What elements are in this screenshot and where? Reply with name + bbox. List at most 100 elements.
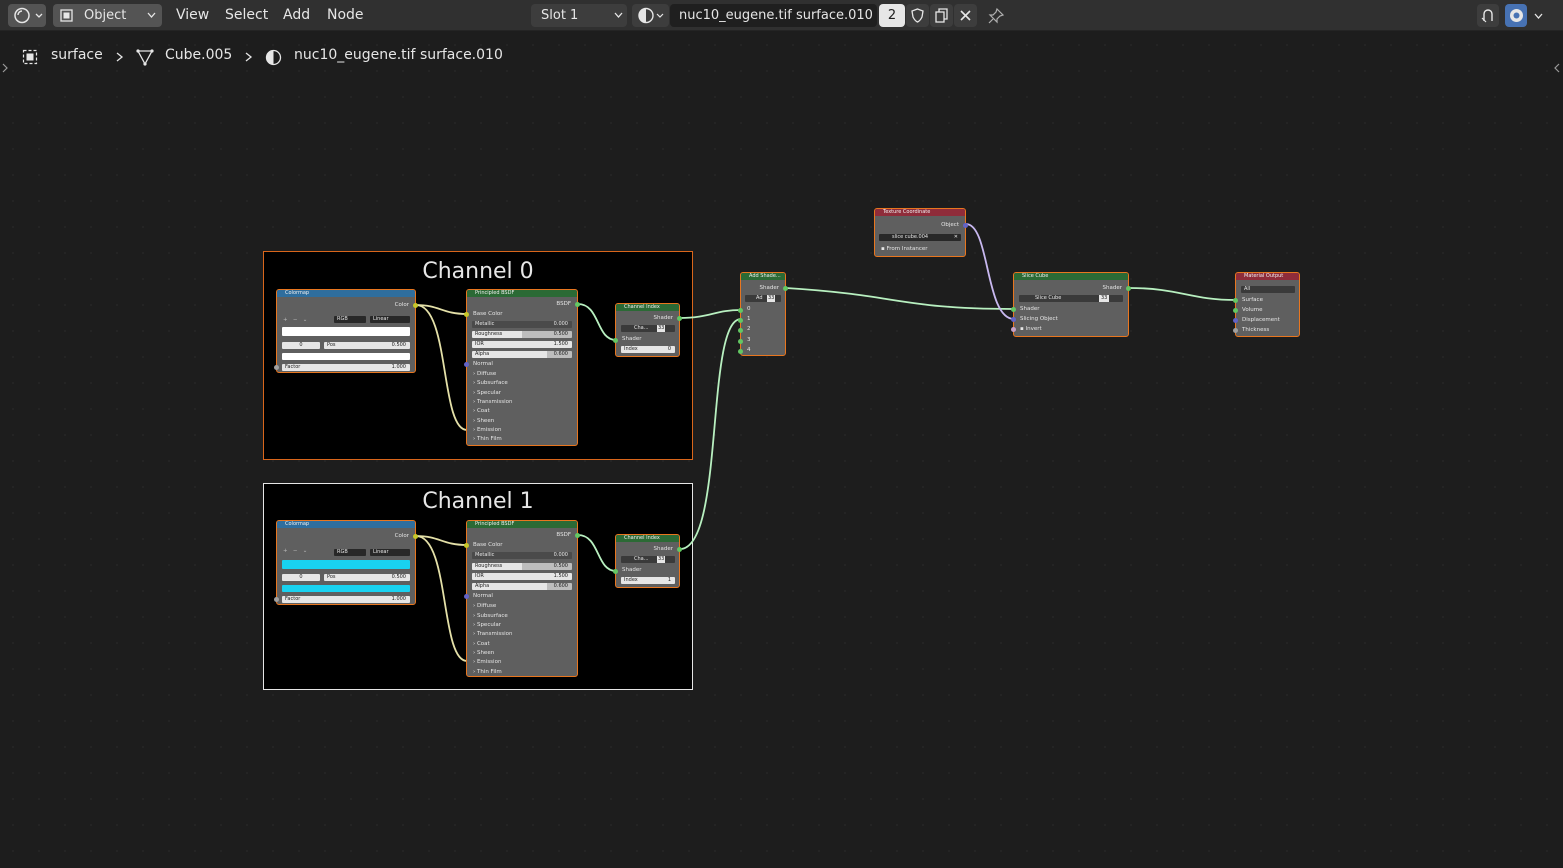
panel-emission[interactable]: › Emission — [473, 427, 501, 433]
slice-cube-node[interactable]: Slice Cube Shader Slice Cube 33 Shader S… — [1011, 272, 1131, 337]
input-socket[interactable] — [738, 318, 743, 323]
add-shader-node[interactable]: Add Shade... Shader Ad 33 0 1 2 3 4 — [738, 272, 788, 356]
invert-checkbox[interactable]: ▪ Invert — [1020, 326, 1042, 332]
panel-sheen[interactable]: › Sheen — [473, 418, 494, 424]
input-socket[interactable] — [1233, 308, 1238, 313]
input-label: 3 — [747, 337, 751, 343]
object-picker[interactable]: slice cube.004 ✕ — [879, 234, 961, 241]
stop-position-field[interactable]: Pos 0.500 — [324, 574, 410, 581]
output-socket[interactable] — [783, 286, 788, 291]
color-mode-dropdown[interactable]: RGB — [334, 549, 366, 556]
nodegroup-selector[interactable]: Slice Cube 33 — [1019, 295, 1123, 302]
principled-bsdf-node[interactable]: Principled BSDF BSDF Base Color Metallic… — [464, 289, 580, 446]
output-socket[interactable] — [413, 534, 418, 539]
panel-label: Transmission — [476, 399, 513, 405]
roughness-value: 0.500 — [553, 563, 568, 569]
input-socket[interactable] — [274, 365, 279, 370]
group-users: 33 — [657, 556, 666, 563]
nodegroup-selector[interactable]: Cha... 33 — [621, 556, 675, 563]
channel-index-node[interactable]: Channel Index Shader Cha... 33 Shader In… — [613, 303, 682, 357]
input-socket[interactable] — [738, 328, 743, 333]
input-socket[interactable] — [464, 594, 469, 599]
input-socket[interactable] — [1011, 327, 1016, 332]
index-field[interactable]: Index 1 — [621, 577, 675, 584]
input-socket[interactable] — [1011, 317, 1016, 322]
channel-index-node[interactable]: Channel Index Shader Cha... 33 Shader In… — [613, 534, 682, 588]
material-output-node[interactable]: Material Output All Surface Volume Displ… — [1233, 272, 1300, 337]
output-socket[interactable] — [963, 223, 968, 228]
ior-field[interactable]: IOR 1.500 — [472, 341, 572, 348]
input-socket[interactable] — [464, 543, 469, 548]
output-socket[interactable] — [677, 547, 682, 552]
alpha-field[interactable]: Alpha 0.600 — [472, 583, 572, 590]
ramp-toolbar-icons[interactable]: + − ⌄ — [283, 548, 307, 554]
colormap-node[interactable]: Colormap Color + − ⌄ RGB Linear 0 Pos 0.… — [274, 289, 418, 373]
output-socket[interactable] — [575, 302, 580, 307]
ramp-toolbar-icons[interactable]: + − ⌄ — [283, 317, 307, 323]
input-socket[interactable] — [1233, 328, 1238, 333]
index-value: 0 — [667, 346, 671, 352]
color-ramp-bar[interactable] — [282, 560, 410, 569]
input-socket[interactable] — [613, 338, 618, 343]
output-socket[interactable] — [1126, 286, 1131, 291]
panel-transmission[interactable]: › Transmission — [473, 399, 512, 405]
panel-sheen[interactable]: › Sheen — [473, 650, 494, 656]
ior-field[interactable]: IOR 1.500 — [472, 573, 572, 580]
input-socket[interactable] — [274, 597, 279, 602]
panel-diffuse[interactable]: › Diffuse — [473, 371, 496, 377]
input-socket[interactable] — [1233, 318, 1238, 323]
stop-index-field[interactable]: 0 — [282, 342, 320, 349]
stop-index-field[interactable]: 0 — [282, 574, 320, 581]
input-socket[interactable] — [1233, 298, 1238, 303]
color-ramp-bar[interactable] — [282, 327, 410, 336]
node-title: Material Output — [1236, 273, 1299, 280]
input-socket[interactable] — [738, 349, 743, 354]
panel-coat[interactable]: › Coat — [473, 408, 490, 414]
color-mode-dropdown[interactable]: RGB — [334, 316, 366, 323]
output-label: Shader — [759, 285, 779, 291]
metallic-field[interactable]: Metallic 0.000 — [472, 552, 572, 559]
panel-subsurface[interactable]: › Subsurface — [473, 613, 508, 619]
panel-thin-film[interactable]: › Thin Film — [473, 436, 502, 442]
roughness-field[interactable]: Roughness 0.500 — [472, 331, 572, 338]
input-socket[interactable] — [464, 312, 469, 317]
input-socket[interactable] — [738, 308, 743, 313]
from-instancer-checkbox[interactable]: ▪ From Instancer — [881, 246, 928, 252]
principled-bsdf-node[interactable]: Principled BSDF BSDF Base Color Metallic… — [464, 520, 580, 677]
interpolation-dropdown[interactable]: Linear — [370, 549, 410, 556]
panel-specular[interactable]: › Specular — [473, 390, 501, 396]
input-socket[interactable] — [613, 569, 618, 574]
input-socket[interactable] — [1011, 307, 1016, 312]
stop-color-swatch[interactable] — [282, 585, 410, 592]
roughness-field[interactable]: Roughness 0.500 — [472, 563, 572, 570]
index-field[interactable]: Index 0 — [621, 346, 675, 353]
texture-coordinate-node[interactable]: Texture Coordinate Object slice cube.004… — [874, 208, 968, 257]
target-dropdown[interactable]: All — [1241, 286, 1295, 293]
panel-subsurface[interactable]: › Subsurface — [473, 380, 508, 386]
stop-color-swatch[interactable] — [282, 353, 410, 360]
panel-specular[interactable]: › Specular — [473, 622, 501, 628]
clear-icon[interactable]: ✕ — [954, 234, 958, 241]
metallic-field[interactable]: Metallic 0.000 — [472, 321, 572, 328]
roughness-label: Roughness — [475, 331, 503, 337]
interpolation-dropdown[interactable]: Linear — [370, 316, 410, 323]
panel-thin-film[interactable]: › Thin Film — [473, 669, 502, 675]
panel-diffuse[interactable]: › Diffuse — [473, 603, 496, 609]
output-label: Shader — [653, 315, 673, 321]
stop-position-field[interactable]: Pos 0.500 — [324, 342, 410, 349]
alpha-field[interactable]: Alpha 0.600 — [472, 351, 572, 358]
input-socket[interactable] — [464, 362, 469, 367]
factor-field[interactable]: Factor 1.000 — [282, 596, 410, 603]
colormap-node[interactable]: Colormap Color + − ⌄ RGB Linear 0 Pos 0.… — [274, 520, 418, 605]
panel-emission[interactable]: › Emission — [473, 659, 501, 665]
output-socket[interactable] — [677, 316, 682, 321]
output-label: Object — [941, 222, 959, 228]
panel-coat[interactable]: › Coat — [473, 641, 490, 647]
panel-transmission[interactable]: › Transmission — [473, 631, 512, 637]
nodegroup-selector[interactable]: Ad 33 — [745, 295, 781, 302]
output-socket[interactable] — [575, 533, 580, 538]
factor-field[interactable]: Factor 1.000 — [282, 364, 410, 371]
nodegroup-selector[interactable]: Cha... 33 — [621, 325, 675, 332]
input-socket[interactable] — [738, 339, 743, 344]
output-socket[interactable] — [413, 303, 418, 308]
